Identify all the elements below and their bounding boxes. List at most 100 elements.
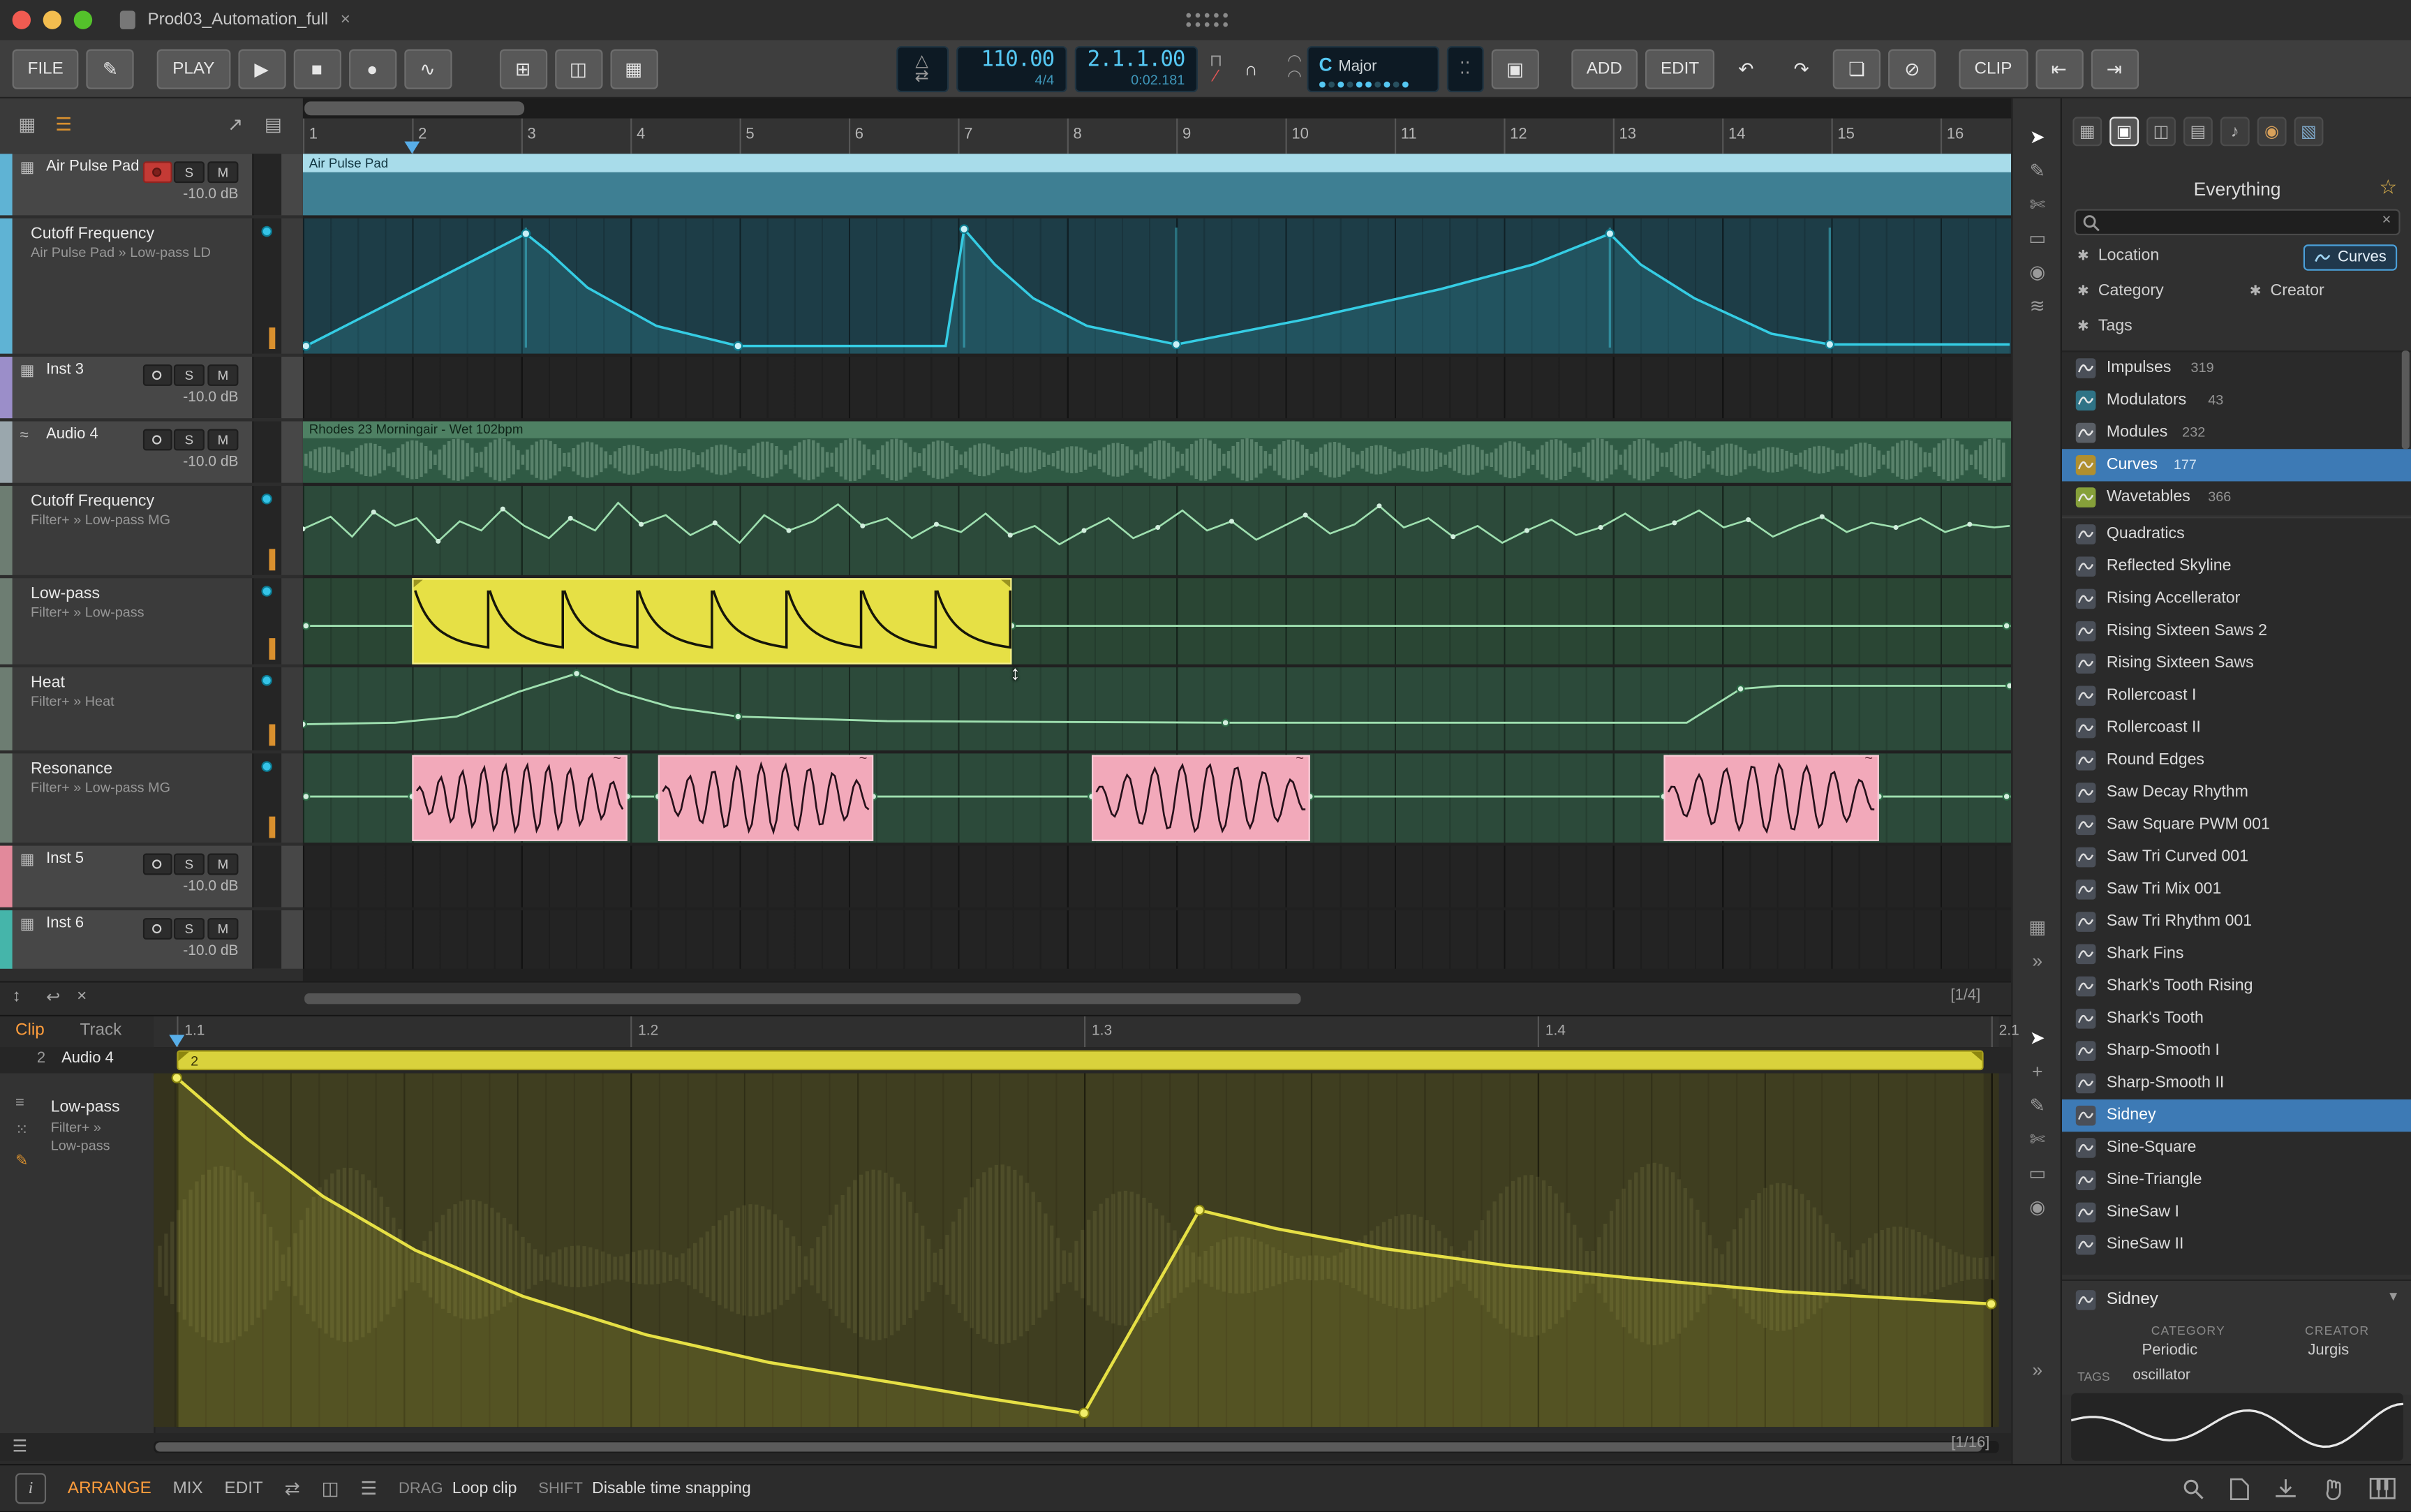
tempo-value[interactable]: 110.00 (968, 49, 1054, 72)
track-height-icon[interactable]: ▤ (265, 114, 282, 135)
project-file-icon[interactable] (2230, 1477, 2250, 1500)
preset-row-sidney[interactable]: Sidney (2062, 1099, 2411, 1132)
editor-expand-icon[interactable]: » (2012, 1359, 2061, 1381)
editor-list-icon[interactable]: ☰ (13, 1436, 28, 1456)
info-icon[interactable]: i (15, 1473, 46, 1504)
preset-row-sharp-smooth-i[interactable]: Sharp-Smooth I (2062, 1035, 2411, 1067)
position-time[interactable]: 0:02.181 (1086, 73, 1185, 88)
dual-display-icon[interactable]: ⇄ (285, 1478, 300, 1499)
preset-row-rising-sixteen-saws-2[interactable]: Rising Sixteen Saws 2 (2062, 615, 2411, 647)
browser-search-box[interactable]: × (2075, 209, 2401, 235)
grid-view-icon[interactable]: ▦ (18, 114, 36, 135)
groove-panel[interactable]: ⁚⁚ (1446, 45, 1483, 91)
editor-pen-tool-icon[interactable]: ✎ (2012, 1095, 2061, 1116)
automation-param-name[interactable]: Low-pass (31, 584, 100, 602)
volume-value[interactable]: -10.0 dB (92, 878, 238, 895)
clip-lowpass-curves[interactable] (412, 578, 1011, 664)
record-arm-button[interactable] (143, 429, 172, 451)
expand-tracks-icon[interactable]: ↗ (228, 114, 243, 135)
fold-lanes-icon[interactable]: ↩ (46, 987, 60, 1007)
solo-button[interactable]: S (174, 429, 205, 451)
clip-launcher-button[interactable]: CLIP (1959, 48, 2027, 88)
ruler-bar-1[interactable]: 1 (303, 119, 417, 154)
scrollbar-thumb[interactable] (304, 101, 524, 115)
expand-browser-icon[interactable]: » (2012, 950, 2061, 972)
mute-button[interactable]: M (207, 161, 238, 183)
lane-7[interactable]: ~~~~ (303, 753, 2011, 843)
fade-out-handle[interactable] (1971, 1052, 1982, 1061)
filter-tags[interactable]: ✱Tags (2077, 317, 2132, 335)
deactivate-icon[interactable]: ⊘ (1888, 48, 1936, 88)
zoom-search-icon[interactable] (2182, 1477, 2205, 1500)
mix-mode-button[interactable]: MIX (173, 1479, 203, 1497)
editor-clip-loop-bar[interactable]: 2 (177, 1051, 1983, 1071)
volume-value[interactable]: -10.0 dB (92, 389, 238, 406)
preset-row-sine-triangle[interactable]: Sine-Triangle (2062, 1164, 2411, 1196)
edit-menu-button[interactable]: EDIT (1645, 48, 1714, 88)
editor-ruler-2.1[interactable]: 2.1 (1991, 1016, 2019, 1047)
editor-audition-tool-icon[interactable]: ◉ (2012, 1196, 2061, 1218)
pen-mode-icon[interactable]: ✎ (87, 48, 134, 88)
solo-button[interactable]: S (174, 364, 205, 386)
key-scale-panel[interactable]: CMajor (1307, 45, 1439, 91)
lane-2[interactable] (303, 357, 2011, 418)
preset-row-saw-square-pwm-001[interactable]: Saw Square PWM 001 (2062, 809, 2411, 841)
tab-track[interactable]: Track (80, 1021, 122, 1039)
stop-button[interactable]: ■ (293, 48, 341, 88)
browser-samples-icon[interactable]: ◫ (2146, 117, 2176, 146)
arranger-canvas[interactable]: Air Pulse PadRhodes 23 Morningair - Wet … (303, 154, 2011, 981)
browser-scrollbar-thumb[interactable] (2402, 350, 2410, 449)
preset-row-round-edges[interactable]: Round Edges (2062, 744, 2411, 776)
mixer-meter-icon[interactable]: ☰ (360, 1478, 377, 1499)
editor-param-name[interactable]: Low-pass (51, 1098, 120, 1116)
favorite-star-icon[interactable]: ☆ (2379, 175, 2397, 200)
export-icon[interactable] (2274, 1477, 2297, 1500)
minimize-window-button[interactable] (43, 10, 61, 29)
edit-mode-button[interactable]: EDIT (225, 1479, 263, 1497)
tab-clip[interactable]: Clip (15, 1021, 45, 1039)
mute-button[interactable]: M (207, 364, 238, 386)
punch-in-out-icons[interactable]: ⊓∕ (1210, 53, 1223, 84)
lane-9[interactable] (303, 910, 2011, 969)
volume-value[interactable]: -10.0 dB (92, 186, 238, 203)
automation-param-name[interactable]: Resonance (31, 759, 112, 778)
track-list-icon[interactable]: ☰ (55, 114, 72, 135)
preset-row-sine-square[interactable]: Sine-Square (2062, 1132, 2411, 1164)
clear-selection-icon[interactable]: × (77, 987, 87, 1005)
content-type-impulses[interactable]: Impulses319 (2062, 352, 2411, 384)
preset-row-rollercoast-i[interactable]: Rollercoast I (2062, 680, 2411, 712)
ruler-bar-2[interactable]: 2 (412, 119, 526, 154)
solo-button[interactable]: S (174, 854, 205, 875)
pointer-tool-icon[interactable]: ➤ (2012, 126, 2061, 148)
editor-ruler-1.2[interactable]: 1.2 (630, 1016, 658, 1047)
close-project-icon[interactable]: × (341, 10, 350, 29)
editor-ruler[interactable]: 1.11.21.31.42.1 (154, 1016, 1998, 1048)
mix-layout-button[interactable]: ▦ (610, 48, 658, 88)
level-meter-icon[interactable]: ≡ (15, 1095, 24, 1111)
clear-search-icon[interactable]: × (2382, 212, 2391, 229)
pen-tool-icon[interactable]: ✎ (2012, 160, 2061, 181)
play-mode-button[interactable]: PLAY (157, 48, 230, 88)
ruler-bar-8[interactable]: 8 (1067, 119, 1181, 154)
timeline-ruler[interactable]: 12345678910111213141516 (303, 119, 2011, 156)
preset-row-shark-s-tooth-rising[interactable]: Shark's Tooth Rising (2062, 970, 2411, 1002)
maximize-window-button[interactable] (74, 10, 92, 29)
ruler-bar-3[interactable]: 3 (521, 119, 635, 154)
lane-5[interactable] (303, 578, 2011, 664)
editor-playhead-marker[interactable] (169, 1035, 184, 1047)
filter-category[interactable]: ✱Category (2077, 281, 2164, 299)
clip-rhodes-audio[interactable]: Rhodes 23 Morningair - Wet 102bpm (303, 422, 2011, 483)
track-header-inst-6[interactable]: ▦Inst 6SM-10.0 dB (0, 910, 303, 969)
automation-active-dot[interactable] (261, 494, 272, 504)
automation-active-dot[interactable] (261, 226, 272, 237)
ruler-bar-15[interactable]: 15 (1832, 119, 1945, 154)
automation-active-dot[interactable] (261, 761, 272, 771)
loop-toggle-icon[interactable]: ∩ (1227, 48, 1275, 88)
automation-lane-header-cutoff-frequency[interactable]: Cutoff FrequencyAir Pulse Pad » Low-pass… (0, 218, 303, 354)
mute-button[interactable]: M (207, 918, 238, 940)
record-arm-button[interactable] (143, 364, 172, 386)
add-track-button[interactable]: ADD (1571, 48, 1638, 88)
preset-row-shark-fins[interactable]: Shark Fins (2062, 938, 2411, 970)
automation-active-dot[interactable] (261, 675, 272, 685)
ruler-bar-7[interactable]: 7 (958, 119, 1071, 154)
